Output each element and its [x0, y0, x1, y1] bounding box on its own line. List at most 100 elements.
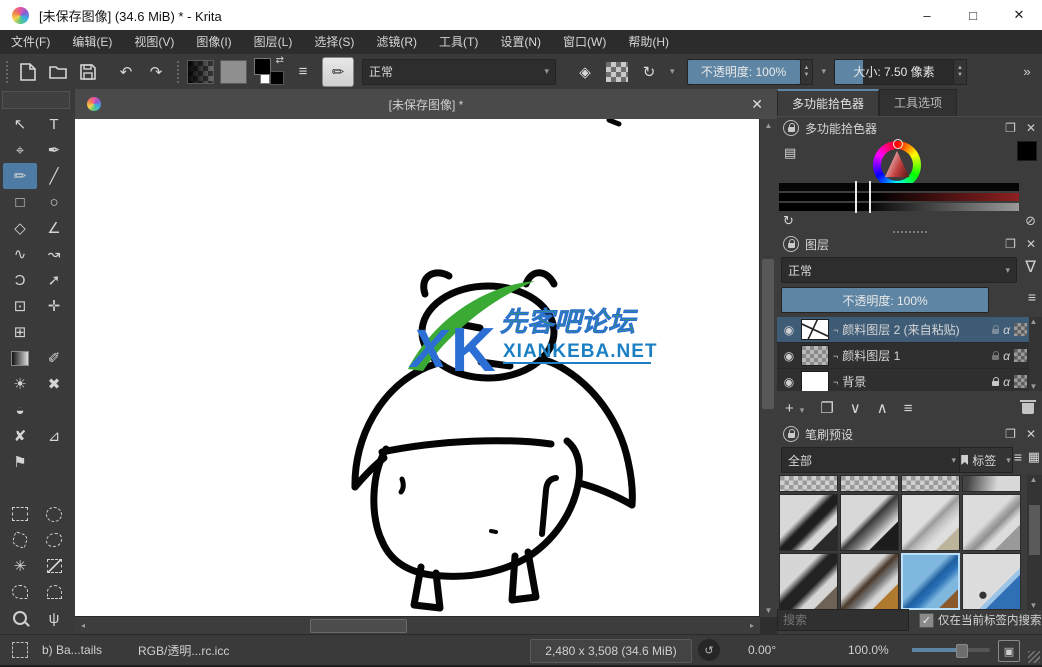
canvas-rotation-angle[interactable]: 0.00° — [748, 635, 776, 665]
brush-preset-brush-dark[interactable] — [779, 553, 838, 610]
layer-thumbnail[interactable] — [801, 345, 829, 366]
canvas[interactable]: X K 先客吧论坛 XIANKEBA.NET — [75, 119, 760, 617]
current-color-swatch[interactable] — [1017, 141, 1037, 161]
horizontal-scroll-thumb[interactable] — [310, 619, 407, 633]
tool-ellipse[interactable]: ○ — [37, 189, 71, 215]
brush-preset-pen-silver[interactable] — [962, 494, 1021, 551]
tool-rectangle[interactable]: □ — [3, 189, 37, 215]
brush-preset-pencil-blue[interactable] — [962, 553, 1021, 610]
tool-text[interactable]: T — [37, 111, 71, 137]
tag-button[interactable]: 标签 ▾ — [959, 447, 1013, 473]
tool-similar-select[interactable] — [37, 553, 71, 579]
layer-row[interactable]: ◉ ⌐ 颜料图层 2 (来自粘贴) α — [777, 317, 1029, 343]
add-layer-button[interactable]: +▾ — [785, 400, 804, 417]
layer-name[interactable]: 颜料图层 2 (来自粘贴) — [842, 321, 988, 338]
undo-button[interactable]: ↶ — [112, 59, 140, 85]
visibility-eye-icon[interactable]: ◉ — [781, 323, 797, 337]
canvas-horizontal-scrollbar[interactable]: ◂ ▸ — [75, 616, 760, 634]
search-input[interactable] — [777, 609, 909, 631]
tool-pan[interactable]: ψ — [37, 605, 71, 631]
tool-reference-images[interactable]: ⚑ — [3, 449, 37, 475]
alpha-lock-icon[interactable]: α — [1003, 375, 1010, 389]
window-resize-grip[interactable] — [1028, 651, 1040, 663]
tool-edit-shapes[interactable]: ⌖ — [3, 137, 37, 163]
brush-grid-scrollbar[interactable]: ▲ ▼ — [1027, 475, 1042, 610]
new-document-button[interactable] — [14, 59, 42, 85]
redo-button[interactable]: ↷ — [142, 59, 170, 85]
toolbox-header[interactable] — [2, 91, 70, 109]
layer-lock-icon[interactable] — [992, 329, 999, 334]
float-docker-icon[interactable]: ❐ — [1005, 237, 1016, 251]
color-triangle[interactable] — [881, 149, 913, 181]
docker-lock-icon[interactable] — [783, 426, 799, 442]
vertical-scroll-thumb[interactable] — [762, 259, 774, 409]
menu-item-窗口(W)[interactable]: 窗口(W) — [552, 30, 617, 54]
tool-polyline[interactable]: ∠ — [37, 215, 71, 241]
layer-lock-icon[interactable] — [992, 355, 999, 360]
canvas-vertical-scrollbar[interactable]: ▲ ▼ — [759, 119, 777, 617]
tool-zoom[interactable] — [3, 605, 37, 631]
brush-preset-pen-white[interactable] — [901, 494, 960, 551]
gradient-swatch-button[interactable] — [187, 60, 214, 84]
save-button[interactable] — [74, 59, 102, 85]
layer-filter-icon[interactable]: ∇ — [1025, 257, 1036, 277]
background-color-swatch[interactable] — [270, 71, 284, 85]
alpha-lock-icon[interactable]: α — [1003, 349, 1010, 363]
scroll-up-icon[interactable]: ▲ — [1027, 317, 1040, 326]
pattern-swatch-button[interactable] — [220, 60, 247, 84]
zoom-percentage[interactable]: 100.0% — [848, 635, 889, 665]
float-docker-icon[interactable]: ❐ — [1005, 121, 1016, 135]
no-color-icon[interactable]: ⊘ — [1025, 213, 1036, 229]
foreground-background-colors[interactable]: ⇄ — [254, 58, 284, 86]
brush-tag-filter-combo[interactable]: 全部 ▾ — [781, 447, 963, 473]
zoom-fit-button[interactable]: ▣ — [998, 640, 1020, 662]
tool-transform[interactable]: ⊡ — [3, 293, 37, 319]
brush-size-spinner[interactable]: ▲ ▼ — [954, 59, 967, 85]
tool-fill[interactable]: ◒ — [3, 397, 37, 423]
menu-item-文件(F)[interactable]: 文件(F) — [0, 30, 61, 54]
opacity-slider[interactable]: 不透明度: 100% — [687, 59, 801, 85]
float-docker-icon[interactable]: ❐ — [1005, 427, 1016, 441]
tool-assistants[interactable]: ✘ — [3, 423, 37, 449]
zoom-slider-handle[interactable] — [956, 644, 968, 658]
inherit-alpha-icon[interactable] — [1014, 323, 1027, 336]
scroll-up-icon[interactable]: ▲ — [1026, 475, 1041, 484]
tool-measure[interactable]: ⊿ — [37, 423, 71, 449]
tool-polygon-select[interactable] — [3, 527, 37, 553]
chevron-down-icon[interactable]: ▾ — [821, 66, 826, 77]
brush-preset-eraser[interactable] — [840, 475, 899, 492]
selection-mode-icon[interactable] — [12, 635, 28, 665]
toolbar-overflow-button[interactable]: » — [1013, 59, 1041, 85]
minimize-button[interactable]: – — [904, 0, 950, 30]
tool-dynamic-brush[interactable]: Ɔ — [3, 267, 37, 293]
close-button[interactable]: ✕ — [996, 0, 1042, 30]
menu-item-编辑(E)[interactable]: 编辑(E) — [61, 30, 123, 54]
toolbar-grip[interactable] — [175, 61, 180, 83]
visibility-eye-icon[interactable]: ◉ — [781, 375, 797, 389]
tool-line[interactable]: ╱ — [37, 163, 71, 189]
statusbar-image-size[interactable]: 2,480 x 3,508 (34.6 MiB) — [530, 639, 692, 663]
duplicate-layer-button[interactable]: ❐ — [820, 399, 833, 417]
search-in-tag-checkbox[interactable]: ✓ — [919, 613, 934, 628]
layer-name[interactable]: 背景 — [842, 373, 988, 390]
preserve-alpha-button[interactable] — [606, 62, 628, 82]
tool-select-shapes[interactable]: ↖ — [3, 111, 37, 137]
alpha-lock-icon[interactable]: α — [1003, 323, 1010, 337]
saturation-bar[interactable] — [779, 193, 1019, 201]
menu-item-图像(I)[interactable]: 图像(I) — [185, 30, 242, 54]
scroll-right-icon[interactable]: ▸ — [746, 621, 758, 630]
eraser-mode-button[interactable]: ◈ — [571, 59, 599, 85]
tool-freehand-path[interactable]: ↝ — [37, 241, 71, 267]
close-docker-icon[interactable]: ✕ — [1026, 237, 1036, 251]
brush-size-slider[interactable]: 大小: 7.50 像素 — [834, 59, 954, 85]
hue-bar[interactable] — [779, 183, 1019, 191]
brush-editor-button[interactable]: ✏ — [322, 57, 354, 87]
inherit-alpha-icon[interactable] — [1014, 375, 1027, 388]
tool-gradient[interactable] — [3, 345, 37, 371]
tool-bezier-select[interactable] — [3, 579, 37, 605]
swap-colors-icon[interactable]: ⇄ — [276, 55, 284, 66]
color-wheel[interactable] — [873, 141, 921, 189]
move-layer-up-button[interactable]: ∧ — [877, 399, 888, 417]
close-docker-icon[interactable]: ✕ — [1026, 121, 1036, 135]
tool-rect-select[interactable] — [3, 501, 37, 527]
